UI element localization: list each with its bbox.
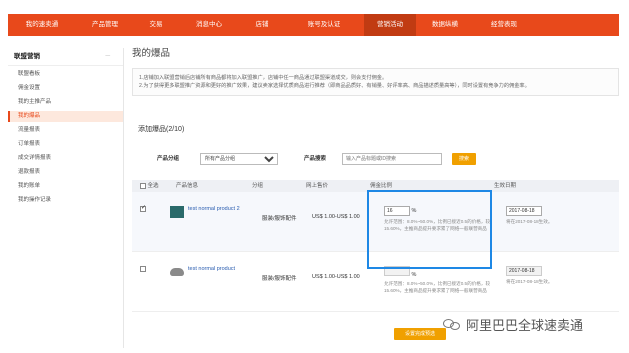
tab-marketing-activities[interactable]: 营销活动 — [364, 14, 416, 36]
sidebar-item-commission-settings[interactable]: 佣金设置 — [8, 83, 123, 94]
sidebar-item-deal-detail-report[interactable]: 成交详情报表 — [8, 153, 123, 164]
collapse-icon[interactable]: － — [105, 48, 112, 66]
sidebar-item-hot-products[interactable]: 我的爆品 — [8, 111, 123, 122]
notice-line-2: 2.为了获得更多联盟推广资源和更好的推广效果，建议卖家选择优质商品进行推荐（即商… — [139, 83, 530, 89]
product-title-link[interactable]: test normal product 2 — [188, 206, 240, 218]
tab-data-insights[interactable]: 数据纵横 — [416, 14, 474, 36]
row-effective-date: 2017-08-18 将在2017-08-18生效。 — [500, 266, 580, 285]
row-group: 服装/服饰配件 — [262, 216, 297, 222]
category-select[interactable]: 所有产品分组 — [200, 153, 278, 165]
row-checkbox[interactable] — [140, 204, 146, 212]
top-navigation: 我的速卖通 产品管理 交易 消息中心 店铺 账号及认证 营销活动 数据纵横 经营… — [8, 14, 619, 36]
select-all-label: 全选 — [147, 183, 159, 189]
product-title-link[interactable]: test normal product — [188, 266, 235, 276]
row-select — [132, 204, 166, 214]
notice-line-1: 1.店铺加入联盟营销后店铺所有商品都将加入联盟推广，店铺中任一商品通过联盟渠道成… — [139, 75, 388, 81]
row-product: test normal product — [166, 266, 262, 276]
sidebar-item-refund-report[interactable]: 退款报表 — [8, 167, 123, 178]
commission-highlight-box — [367, 190, 492, 269]
tab-product-management[interactable]: 产品管理 — [76, 14, 134, 36]
sidebar-item-order-report[interactable]: 订单报表 — [8, 139, 123, 150]
search-button[interactable]: 搜索 — [452, 153, 476, 165]
tab-store[interactable]: 店铺 — [240, 14, 284, 36]
product-image — [170, 206, 184, 218]
main-content: 我的爆品 1.店铺加入联盟营销后店铺所有商品都将加入联盟推广，店铺中任一商品通过… — [132, 46, 619, 312]
tab-message-center[interactable]: 消息中心 — [178, 14, 240, 36]
date-input[interactable]: 2017-08-18 — [506, 266, 542, 276]
header-group: 分组 — [252, 183, 264, 189]
sidebar-item-affiliate-dashboard[interactable]: 联盟看板 — [8, 69, 123, 80]
commission-hint: 允许范围：8.0%~50.0%，比例已接近0.5的价格，较15.60%，主推商品… — [384, 281, 491, 293]
tab-business-performance[interactable]: 经营表现 — [474, 14, 534, 36]
sidebar-item-traffic-report[interactable]: 流量报表 — [8, 125, 123, 136]
sidebar-header: 联盟营销 － — [8, 48, 123, 66]
row-commission: % 允许范围：8.0%~50.0%，比例已接近0.5的价格，较15.60%，主推… — [376, 266, 500, 294]
tab-transactions[interactable]: 交易 — [134, 14, 178, 36]
notice-box: 1.店铺加入联盟营销后店铺所有商品都将加入联盟推广，店铺中任一商品通过联盟渠道成… — [132, 68, 619, 96]
search-input[interactable] — [342, 153, 442, 165]
category-label: 产品分组 — [157, 156, 180, 162]
row-group: 服装/服饰配件 — [262, 276, 297, 282]
sidebar-item-my-bills[interactable]: 我的账单 — [8, 181, 123, 192]
tab-account-verification[interactable]: 账号及认证 — [284, 14, 364, 36]
select-all-checkbox[interactable] — [140, 182, 146, 189]
sidebar-header-label: 联盟营销 — [14, 53, 40, 60]
sidebar: 联盟营销 － 联盟看板 佣金设置 我的主推产品 我的爆品 流量报表 订单报表 成… — [8, 48, 124, 348]
search-label: 产品搜索 — [304, 156, 327, 162]
row-effective-date: 2017-08-18 将在2017-08-18生效。 — [500, 206, 580, 225]
header-effective-date: 生效日期 — [494, 183, 517, 189]
header-product-info: 产品信息 — [176, 183, 199, 189]
sidebar-item-operation-log[interactable]: 我的操作记录 — [8, 195, 123, 206]
watermark-text: 阿里巴巴全球速卖通 — [466, 318, 584, 333]
date-input[interactable]: 2017-08-18 — [506, 206, 542, 216]
section-title: 添加爆品(2/10) — [138, 126, 185, 133]
date-note: 将在2017-08-18生效。 — [506, 279, 553, 284]
watermark: 阿里巴巴全球速卖通 — [443, 315, 583, 334]
filter-bar: 产品分组 所有产品分组 产品搜索 搜索 — [132, 152, 619, 168]
product-image — [170, 268, 184, 276]
header-select-all[interactable]: 全选 — [132, 180, 176, 192]
header-price: 网上售价 — [306, 183, 329, 189]
sidebar-item-main-products[interactable]: 我的主推产品 — [8, 97, 123, 108]
row-select — [132, 266, 166, 274]
row-checkbox[interactable] — [140, 266, 146, 272]
row-product: test normal product 2 — [166, 206, 262, 218]
tab-my-aliexpress[interactable]: 我的速卖通 — [8, 14, 76, 36]
date-note: 将在2017-08-18生效。 — [506, 219, 553, 224]
commission-unit: % — [411, 272, 417, 278]
page-title: 我的爆品 — [132, 48, 171, 59]
confirm-selection-button[interactable]: 设置完成预选 — [394, 328, 446, 340]
